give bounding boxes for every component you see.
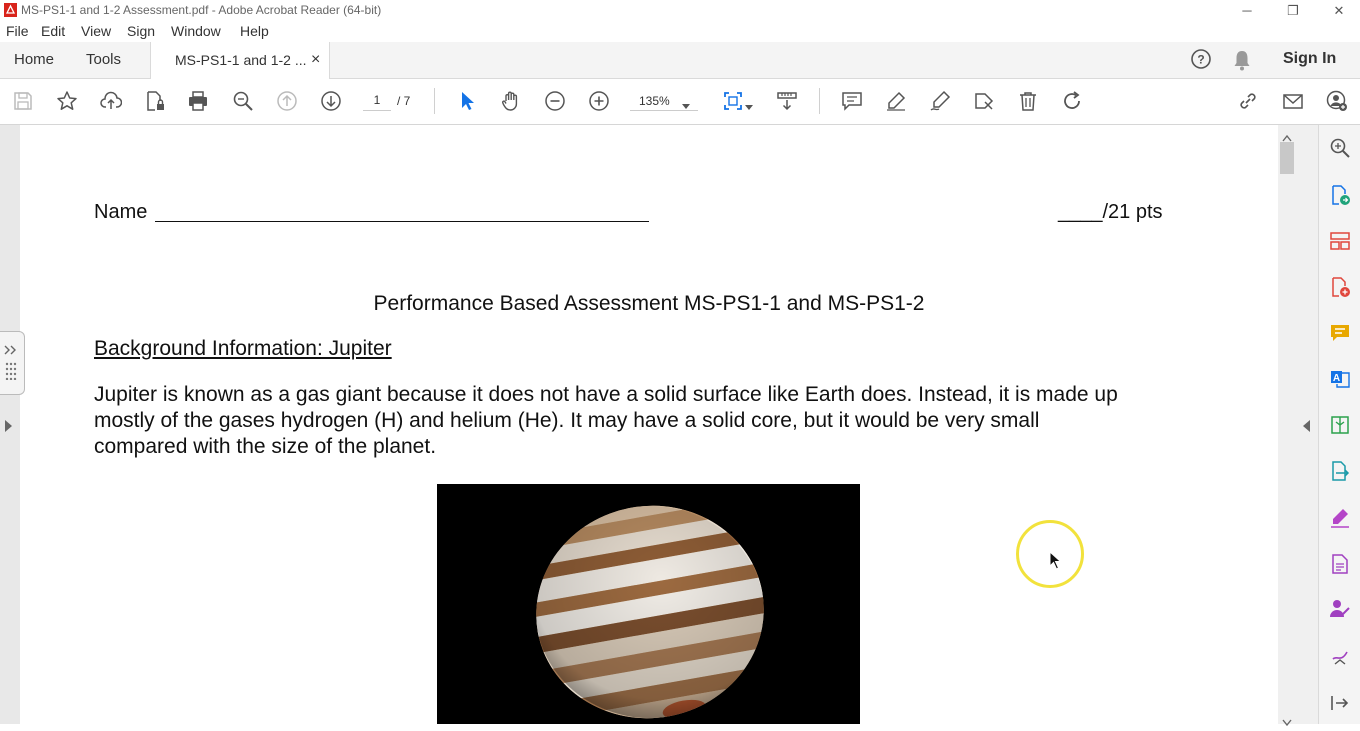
add-user-icon[interactable] [1324, 88, 1350, 114]
zoom-in-icon[interactable] [586, 88, 612, 114]
comment-icon[interactable] [839, 88, 865, 114]
share-link-icon[interactable] [1235, 88, 1261, 114]
expand-panel-icon [4, 342, 18, 360]
acrobat-app-icon [4, 3, 17, 22]
fill-sign-icon[interactable] [1328, 506, 1352, 530]
svg-text:?: ? [1197, 53, 1204, 67]
window-title: MS-PS1-1 and 1-2 Assessment.pdf - Adobe … [21, 3, 382, 17]
bell-icon[interactable] [1232, 49, 1254, 71]
menu-help[interactable]: Help [240, 23, 269, 39]
left-panel-handle[interactable] [0, 331, 25, 395]
section-title: Background Information: Jupiter [94, 337, 392, 360]
menu-sign[interactable]: Sign [127, 23, 155, 39]
paragraph-line: Jupiter is known as a gas giant because … [94, 383, 1118, 406]
fit-chevron-icon[interactable] [745, 98, 753, 116]
page-down-icon[interactable] [318, 88, 344, 114]
highlight-icon[interactable] [883, 88, 909, 114]
comment-panel-icon[interactable] [1328, 321, 1352, 345]
background-paragraph: Jupiter is known as a gas giant because … [94, 382, 1118, 460]
menu-edit[interactable]: Edit [41, 23, 65, 39]
upload-icon[interactable] [98, 88, 124, 114]
name-label: Name [94, 201, 148, 223]
collapse-icon[interactable] [1328, 691, 1352, 715]
tab-document-label: MS-PS1-1 and 1-2 ... [175, 52, 307, 68]
right-panel-toggle-icon[interactable] [1303, 419, 1310, 437]
name-underline [155, 221, 649, 222]
save-icon[interactable] [10, 88, 36, 114]
fit-page-icon[interactable] [720, 88, 746, 114]
zoom-search-icon[interactable] [230, 88, 256, 114]
draw-icon[interactable] [927, 88, 953, 114]
search-zoom-icon[interactable] [1328, 136, 1352, 160]
rotate-icon[interactable] [1059, 88, 1085, 114]
paragraph-line: compared with the size of the planet. [94, 435, 437, 458]
create-pdf-icon[interactable] [1328, 275, 1352, 299]
points-label: ____/21 pts [1058, 201, 1163, 223]
help-icon[interactable]: ? [1190, 48, 1214, 72]
scroll-mode-icon[interactable] [774, 88, 800, 114]
close-window-button[interactable]: ✕ [1316, 0, 1360, 21]
print-icon[interactable] [185, 88, 211, 114]
tab-home[interactable]: Home [14, 42, 54, 78]
toolbar-divider [819, 88, 820, 114]
page-up-icon[interactable] [274, 88, 300, 114]
zoom-out-icon[interactable] [542, 88, 568, 114]
protect-icon[interactable] [1328, 643, 1352, 667]
send-pdf-icon[interactable] [1328, 552, 1352, 576]
tab-close-button[interactable]: × [311, 42, 320, 78]
export-pdf-icon[interactable] [1328, 183, 1352, 207]
stamp-icon[interactable] [971, 88, 997, 114]
hand-icon[interactable] [498, 88, 524, 114]
page-number-input[interactable] [363, 90, 391, 111]
delete-icon[interactable] [1015, 88, 1041, 114]
zoom-value: 135% [639, 94, 670, 108]
maximize-button[interactable]: ❐ [1270, 0, 1316, 21]
left-panel-toggle-icon[interactable] [5, 419, 12, 437]
svg-text:A: A [1333, 373, 1340, 384]
email-icon[interactable] [1280, 88, 1306, 114]
zoom-dropdown[interactable]: 135% [630, 90, 698, 111]
scroll-down-icon[interactable] [1282, 713, 1292, 731]
page-total: / 7 [397, 94, 411, 108]
menu-window[interactable]: Window [171, 23, 221, 39]
toolbar-divider [434, 88, 435, 114]
grip-icon [5, 362, 17, 385]
vertical-scrollbar[interactable] [1278, 125, 1296, 724]
select-arrow-icon[interactable] [454, 88, 480, 114]
assessment-heading: Performance Based Assessment MS-PS1-1 an… [373, 292, 925, 315]
paragraph-line: mostly of the gases hydrogen (H) and hel… [94, 409, 1040, 432]
file-lock-icon[interactable] [142, 88, 168, 114]
jupiter-image [437, 484, 860, 724]
organize-icon[interactable] [1328, 229, 1352, 253]
minimize-button[interactable]: ─ [1224, 0, 1270, 21]
tab-tools[interactable]: Tools [86, 42, 121, 78]
scrollbar-thumb[interactable] [1280, 142, 1294, 174]
menu-file[interactable]: File [6, 23, 29, 39]
mouse-pointer-icon [1049, 550, 1063, 576]
export-icon[interactable] [1328, 459, 1352, 483]
sign-icon[interactable] [1328, 597, 1352, 621]
star-icon[interactable] [54, 88, 80, 114]
sign-in-link[interactable]: Sign In [1283, 50, 1336, 68]
menu-view[interactable]: View [81, 23, 111, 39]
chevron-down-icon [682, 97, 690, 115]
compress-icon[interactable] [1328, 413, 1352, 437]
edit-pdf-icon[interactable]: A [1328, 366, 1352, 390]
